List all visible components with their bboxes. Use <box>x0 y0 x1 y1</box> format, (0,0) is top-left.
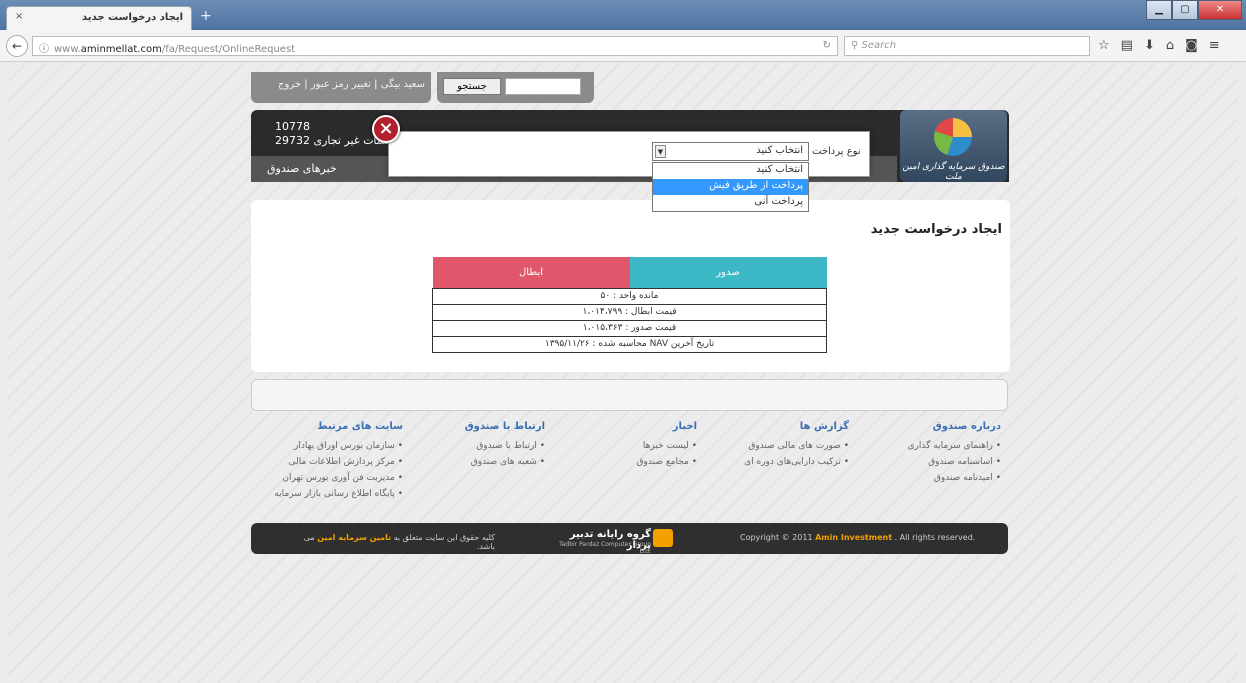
footer-col-title: درباره صندوق <box>932 421 1001 432</box>
minimize-icon[interactable]: ▁ <box>1146 0 1172 20</box>
site-rights: کلیه حقوق این سایت متعلق به تامین سرمایه… <box>285 533 495 551</box>
new-tab-icon[interactable]: + <box>200 8 212 24</box>
browser-tab[interactable]: ایجاد درخواست جدید × <box>6 6 192 31</box>
download-icon[interactable]: ⬇ <box>1144 38 1155 53</box>
rights-brand[interactable]: تامین سرمایه امین <box>317 533 391 542</box>
toolbar-icons: ☆ ▤ ⬇ ⌂ ◙ ≡ <box>1098 38 1220 53</box>
search-icon: ⚲ <box>851 40 862 51</box>
window-controls: ▁ ▢ ✕ <box>1146 0 1242 20</box>
bookmark-star-icon[interactable]: ☆ <box>1098 38 1110 53</box>
cancel-button[interactable]: ابطال <box>432 257 630 288</box>
table-row: تاریخ آخرین NAV محاسبه شده : ۱۳۹۵/۱۱/۲۶ <box>432 335 827 353</box>
footer-link[interactable]: مرکز پردازش اطلاعات مالی <box>253 454 403 470</box>
browser-search-input[interactable]: ⚲ Search <box>844 36 1090 56</box>
empty-bar <box>251 379 1008 411</box>
copyright: Copyright © 2011 Amin Investment . All r… <box>740 533 975 542</box>
url-prefix: www. <box>54 44 81 55</box>
reload-icon[interactable]: ↻ <box>823 40 831 51</box>
info-icon[interactable]: ⓘ <box>39 44 49 55</box>
footer-col-contact: ارتباط با صندوق ارتباط با صندوق شعبه های… <box>395 421 545 470</box>
footer-link[interactable]: مجامع صندوق <box>547 454 697 470</box>
footer-col-about: درباره صندوق راهنمای سرمایه گذاری اساسنا… <box>851 421 1002 486</box>
user-box: سعید بیگی | تغییر رمز عبور | خروج <box>251 72 431 103</box>
fund-info-table: ابطال صدور مانده واحد : ۵۰ قیمت ابطال : … <box>432 257 827 353</box>
payment-type-select[interactable]: انتخاب کنید ▼ <box>652 142 809 161</box>
chevron-down-icon[interactable]: ▼ <box>655 145 666 158</box>
footer-link[interactable]: ترکیب دارایی‌های دوره ای <box>699 454 849 470</box>
dropdown-option[interactable]: پرداخت آنی <box>653 195 808 211</box>
footer-col-news: اخبار لیست خبرها مجامع صندوق <box>547 421 697 470</box>
payment-type-label: نوع پرداخت <box>812 146 861 157</box>
copyright-suffix: . All rights reserved. <box>894 533 976 542</box>
page-title: ایجاد درخواست جدید <box>870 222 1002 237</box>
table-row: قیمت ابطال : ۱،۰۱۴،۷۹۹ <box>432 303 827 321</box>
site-search-button[interactable]: جستجو <box>443 78 501 95</box>
rights-prefix: کلیه حقوق این سایت متعلق به <box>393 533 495 542</box>
top-bar: سعید بیگی | تغییر رمز عبور | خروج جستجو <box>251 72 594 103</box>
modal-close-icon[interactable]: × <box>372 115 400 143</box>
footer-link[interactable]: شعبه های صندوق <box>395 454 545 470</box>
footer-links: درباره صندوق راهنمای سرمایه گذاری اساسنا… <box>251 421 1009 511</box>
tab-close-icon[interactable]: × <box>15 11 23 22</box>
site-search-input[interactable] <box>505 78 581 95</box>
footer-col-title: گزارش ها <box>799 421 849 432</box>
url-bar[interactable]: ⓘ www.aminmellat.com/fa/Request/OnlineReq… <box>32 36 838 56</box>
search-placeholder: Search <box>861 40 897 51</box>
footer-col-title: سایت های مرتبط <box>317 421 403 432</box>
footer-link[interactable]: اساسنامه صندوق <box>851 454 1001 470</box>
back-arrow-icon[interactable]: ← <box>6 35 28 57</box>
footer-col-title: اخبار <box>672 421 697 432</box>
dropdown-option[interactable]: پرداخت از طریق فیش <box>653 179 808 195</box>
dropdown-option[interactable]: انتخاب کنید <box>653 163 808 179</box>
url-path: /fa/Request/OnlineRequest <box>161 44 296 55</box>
main-content: ایجاد درخواست جدید ابطال صدور مانده واحد… <box>251 200 1010 372</box>
change-password-link[interactable]: تغییر رمز عبور <box>311 79 371 90</box>
tab-title: ایجاد درخواست جدید <box>82 12 183 23</box>
footer-link[interactable]: پایگاه اطلاع رسانی بازار سرمایه <box>253 486 403 502</box>
tadbir-logo-icon <box>653 529 673 547</box>
logout-link[interactable]: خروج <box>278 79 301 90</box>
footer-link[interactable]: امیدنامه صندوق <box>851 470 1001 486</box>
footer-link[interactable]: لیست خبرها <box>547 438 697 454</box>
copyright-prefix: Copyright © 2011 <box>740 533 813 542</box>
header-number-2: 29732 <box>275 134 310 147</box>
payment-type-options: انتخاب کنید پرداخت از طریق فیش پرداخت آن… <box>652 162 809 212</box>
issue-button[interactable]: صدور <box>629 257 827 288</box>
url-domain: aminmellat.com <box>80 44 162 55</box>
home-icon[interactable]: ⌂ <box>1166 38 1174 53</box>
footer-link[interactable]: صورت های مالی صندوق <box>699 438 849 454</box>
menu-item-news[interactable]: خبرهای صندوق <box>267 162 337 175</box>
reading-list-icon[interactable]: ▤ <box>1121 38 1133 53</box>
fund-logo[interactable]: صندوق سرمایه گذاری امین ملت <box>900 110 1007 182</box>
footer-col-title: ارتباط با صندوق <box>464 421 545 432</box>
logo-caption: صندوق سرمایه گذاری امین ملت <box>902 162 1005 182</box>
maximize-icon[interactable]: ▢ <box>1172 0 1198 20</box>
pocket-icon[interactable]: ◙ <box>1185 38 1198 53</box>
window-close-icon[interactable]: ✕ <box>1198 0 1242 20</box>
footer-bar: Copyright © 2011 Amin Investment . All r… <box>251 523 1008 555</box>
footer-link[interactable]: مدیریت فن آوری بورس تهران <box>253 470 403 486</box>
footer-col-reports: گزارش ها صورت های مالی صندوق ترکیب دارای… <box>699 421 849 470</box>
browser-navbar: ← ⓘ www.aminmellat.com/fa/Request/OnlineR… <box>0 30 1246 62</box>
footer-link[interactable]: سازمان بورس اوراق بهادار <box>253 438 403 454</box>
browser-titlebar: ایجاد درخواست جدید × + ▁ ▢ ✕ <box>0 0 1246 31</box>
footer-link[interactable]: راهنمای سرمایه گذاری <box>851 438 1001 454</box>
site-search-box: جستجو <box>437 72 594 103</box>
selected-option: انتخاب کنید <box>756 145 803 156</box>
footer-link[interactable]: ارتباط با صندوق <box>395 438 545 454</box>
tadbir-subtitle: Tadbir Pardaz Computer Group Ltd. <box>559 541 651 555</box>
user-name[interactable]: سعید بیگی <box>381 79 425 90</box>
table-row: قیمت صدور : ۱،۰۱۵،۳۶۳ <box>432 319 827 337</box>
footer-col-related: سایت های مرتبط سازمان بورس اوراق بهادار … <box>253 421 403 502</box>
logo-emblem-icon <box>934 118 972 156</box>
copyright-brand[interactable]: Amin Investment <box>815 533 892 542</box>
table-row: مانده واحد : ۵۰ <box>432 287 827 305</box>
menu-icon[interactable]: ≡ <box>1209 38 1220 53</box>
